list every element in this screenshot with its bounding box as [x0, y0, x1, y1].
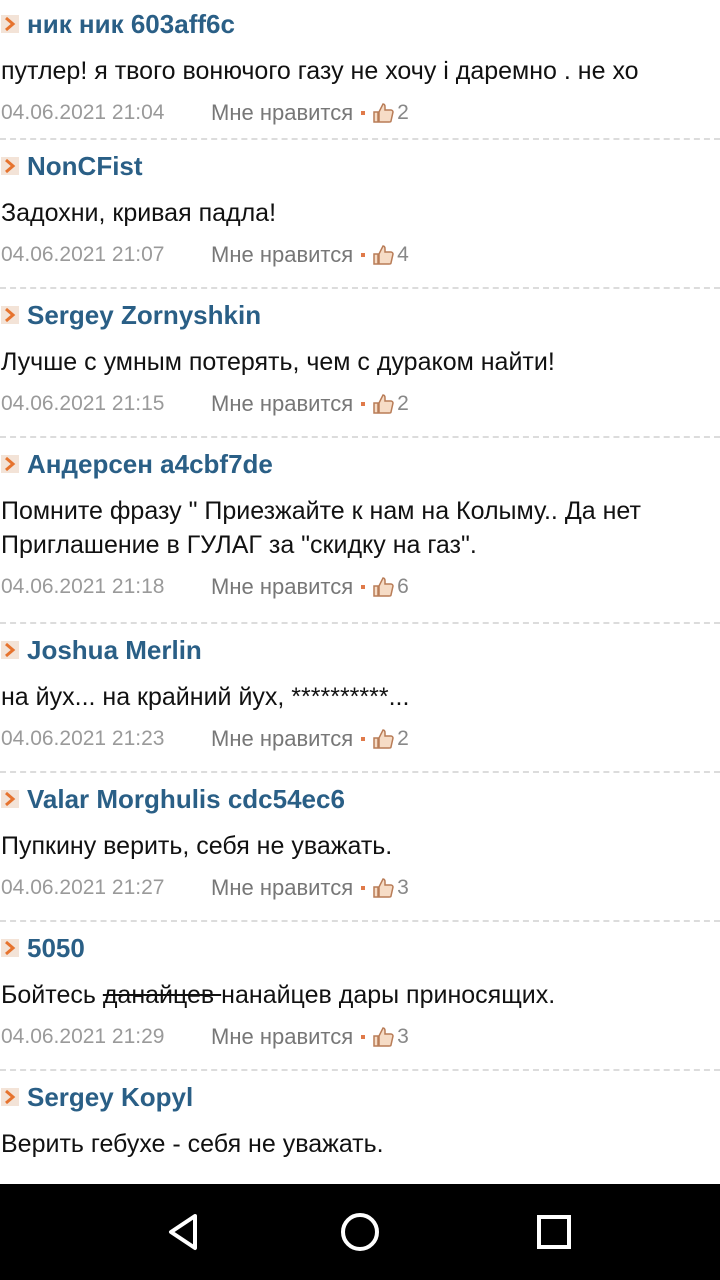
comment-text-part: Бойтесь — [1, 981, 103, 1009]
separator-dot — [361, 737, 366, 741]
comment-text: Бойтесь данайцев нанайцев дары приносящи… — [0, 978, 720, 1012]
like-count: 3 — [397, 876, 409, 899]
comment-item: Андерсен a4cbf7de Помните фразу " Приезж… — [0, 438, 720, 624]
like-count: 2 — [397, 101, 409, 124]
separator-dot — [361, 1035, 366, 1039]
like-button[interactable]: Мне нравится — [211, 574, 353, 600]
like-button[interactable]: Мне нравится — [211, 726, 353, 752]
comment-item: Joshua Merlin на йух... на крайний йух, … — [0, 624, 720, 773]
comment-item: ник ник 603aff6c путлер! я твого вонючог… — [0, 0, 720, 140]
comment-author[interactable]: Joshua Merlin — [27, 635, 202, 666]
separator-dot — [361, 585, 366, 589]
like-count: 3 — [397, 1025, 409, 1048]
android-navigation-bar — [0, 1184, 720, 1280]
comment-author[interactable]: NonCFist — [27, 151, 143, 182]
arrow-icon — [0, 937, 22, 959]
comment-text-struck: данайцев — [102, 981, 222, 1009]
comment-date: 04.06.2021 21:15 — [1, 392, 165, 415]
home-icon — [341, 1213, 379, 1251]
home-button[interactable] — [300, 1184, 420, 1280]
comment-text: Пупкину верить, себя не уважать. — [1, 832, 393, 860]
like-count: 4 — [397, 243, 409, 266]
arrow-icon — [0, 304, 22, 326]
comment-text: Верить гебухе - себя не уважать. — [1, 1130, 384, 1158]
comment-date: 04.06.2021 21:18 — [1, 575, 165, 598]
comment-author[interactable]: ник ник 603aff6c — [27, 9, 235, 40]
arrow-icon — [0, 639, 22, 661]
comment-author[interactable]: Андерсен a4cbf7de — [27, 449, 273, 480]
thumbs-up-icon[interactable] — [371, 1025, 395, 1049]
recents-icon — [537, 1215, 571, 1249]
like-count: 6 — [397, 575, 409, 598]
comment-author[interactable]: Valar Morghulis cdc54ec6 — [27, 784, 345, 815]
separator-dot — [361, 402, 366, 406]
comment-item: 5050 Бойтесь данайцев нанайцев дары прин… — [0, 922, 720, 1071]
comment-date: 04.06.2021 21:04 — [1, 101, 165, 124]
comment-item: Sergey Kopyl Верить гебухе - себя не ува… — [0, 1071, 720, 1161]
thumbs-up-icon[interactable] — [371, 392, 395, 416]
comment-text: Помните фразу " Приезжайте к нам на Колы… — [1, 497, 641, 525]
arrow-icon — [0, 788, 22, 810]
thumbs-up-icon[interactable] — [371, 575, 395, 599]
comment-text: Приглашение в ГУЛАГ за "скидку на газ". — [1, 531, 477, 559]
arrow-icon — [0, 453, 22, 475]
comment-text: путлер! я твого вонючого газу не хочу і … — [1, 57, 639, 85]
comment-item: NonCFist Задохни, кривая падла! 04.06.20… — [0, 140, 720, 289]
thumbs-up-icon[interactable] — [371, 876, 395, 900]
like-count: 2 — [397, 392, 409, 415]
comment-date: 04.06.2021 21:23 — [1, 727, 165, 750]
comment-date: 04.06.2021 21:27 — [1, 876, 165, 899]
comment-item: Sergey Zornyshkin Лучше с умным потерять… — [0, 289, 720, 438]
comment-date: 04.06.2021 21:07 — [1, 243, 165, 266]
arrow-icon — [0, 1086, 22, 1108]
comment-item: Valar Morghulis cdc54ec6 Пупкину верить,… — [0, 773, 720, 922]
thumbs-up-icon[interactable] — [371, 243, 395, 267]
like-count: 2 — [397, 727, 409, 750]
comment-date: 04.06.2021 21:29 — [1, 1025, 165, 1048]
separator-dot — [361, 886, 366, 890]
recents-button[interactable] — [494, 1184, 614, 1280]
comment-text-part: нанайцев дары приносящих. — [221, 981, 556, 1009]
comment-author[interactable]: Sergey Kopyl — [27, 1082, 193, 1113]
comment-author[interactable]: Sergey Zornyshkin — [27, 300, 261, 331]
like-button[interactable]: Мне нравится — [211, 1024, 353, 1050]
comment-list: ник ник 603aff6c путлер! я твого вонючог… — [0, 0, 720, 1184]
like-button[interactable]: Мне нравится — [211, 391, 353, 417]
like-button[interactable]: Мне нравится — [211, 242, 353, 268]
thumbs-up-icon[interactable] — [371, 101, 395, 125]
back-icon — [169, 1214, 197, 1250]
comment-text: Задохни, кривая падла! — [1, 199, 277, 227]
thumbs-up-icon[interactable] — [371, 727, 395, 751]
comment-author[interactable]: 5050 — [27, 933, 85, 964]
arrow-icon — [0, 13, 22, 35]
comment-text: на йух... на крайний йух, **********... — [1, 683, 410, 711]
like-button[interactable]: Мне нравится — [211, 100, 353, 126]
comment-text: Лучше с умным потерять, чем с дураком на… — [1, 348, 555, 376]
like-button[interactable]: Мне нравится — [211, 875, 353, 901]
separator-dot — [361, 253, 366, 257]
arrow-icon — [0, 155, 22, 177]
back-button[interactable] — [125, 1184, 245, 1280]
separator-dot — [361, 111, 366, 115]
